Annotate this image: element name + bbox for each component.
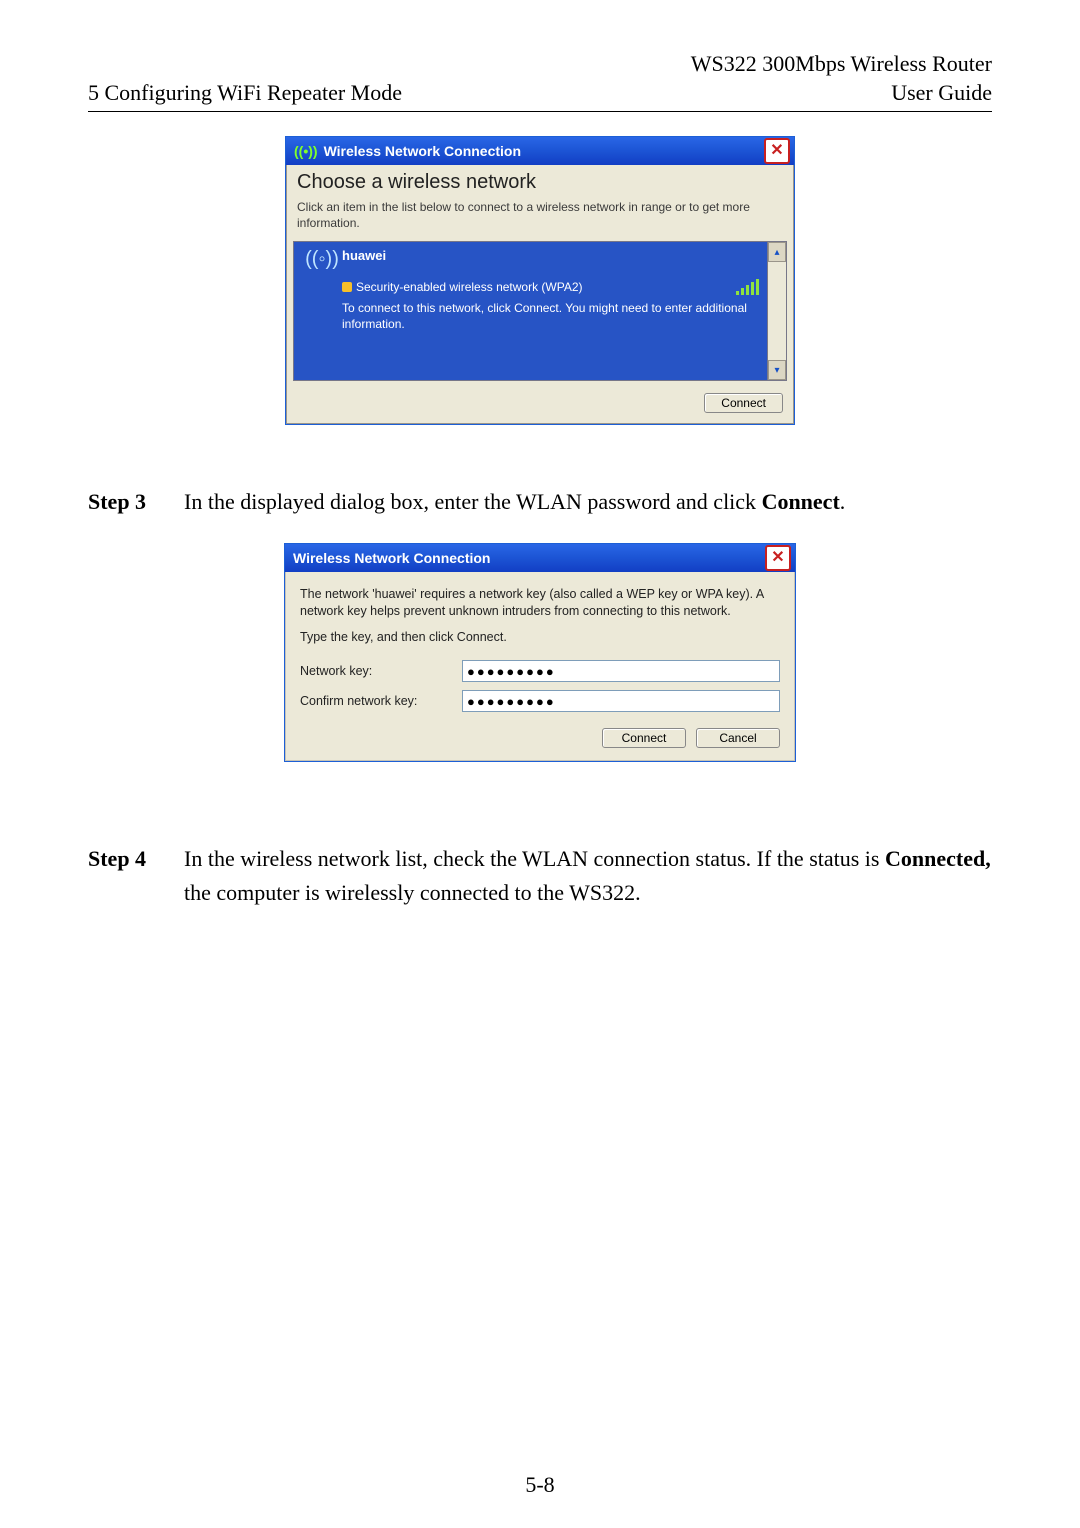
confirm-network-key-input[interactable]: ●●●●●●●●● xyxy=(462,690,780,712)
close-icon: ✕ xyxy=(770,143,783,159)
network-item[interactable]: ((◦)) huawei Security-enabled wireless n… xyxy=(302,248,759,332)
scroll-down-button[interactable]: ▾ xyxy=(768,360,786,380)
choose-network-heading: Choose a wireless network xyxy=(287,165,793,196)
section-heading: 5 Configuring WiFi Repeater Mode xyxy=(88,79,402,108)
dialog-titlebar[interactable]: Wireless Network Connection ✕ xyxy=(285,544,795,572)
step-label: Step 3 xyxy=(88,485,184,519)
network-name: huawei xyxy=(342,248,759,263)
network-key-dialog: Wireless Network Connection ✕ The networ… xyxy=(284,543,796,762)
network-connect-hint: To connect to this network, click Connec… xyxy=(342,301,759,332)
product-name: WS322 300Mbps Wireless Router xyxy=(88,50,992,79)
connect-button[interactable]: Connect xyxy=(704,393,783,413)
dialog-title: Wireless Network Connection xyxy=(293,550,490,566)
header-rule xyxy=(88,111,992,112)
choose-network-subtext: Click an item in the list below to conne… xyxy=(287,196,793,241)
lock-icon xyxy=(342,282,352,292)
antenna-icon: ((◦)) xyxy=(302,248,342,332)
dialog-titlebar[interactable]: ((•)) Wireless Network Connection ✕ xyxy=(286,137,794,165)
step-body: In the displayed dialog box, enter the W… xyxy=(184,485,992,519)
step-4: Step 4 In the wireless network list, che… xyxy=(88,842,992,910)
confirm-network-key-label: Confirm network key: xyxy=(300,694,462,708)
scroll-up-button[interactable]: ▴ xyxy=(768,242,786,262)
security-label: Security-enabled wireless network (WPA2) xyxy=(356,280,583,294)
dialog-title: Wireless Network Connection xyxy=(324,143,521,159)
signal-strength-icon xyxy=(736,279,759,295)
cancel-button[interactable]: Cancel xyxy=(696,728,780,748)
page-number: 5-8 xyxy=(0,1472,1080,1498)
step-label: Step 4 xyxy=(88,842,184,910)
close-button[interactable]: ✕ xyxy=(764,138,790,164)
step-body: In the wireless network list, check the … xyxy=(184,842,992,910)
scrollbar[interactable]: ▴ ▾ xyxy=(767,241,787,381)
key-required-message: The network 'huawei' requires a network … xyxy=(300,586,780,620)
step-3: Step 3 In the displayed dialog box, ente… xyxy=(88,485,992,519)
wireless-icon: ((•)) xyxy=(294,143,318,159)
network-key-label: Network key: xyxy=(300,664,462,678)
close-icon: ✕ xyxy=(771,550,784,566)
key-instructions: Type the key, and then click Connect. xyxy=(300,630,780,644)
doc-type: User Guide xyxy=(891,79,992,108)
wireless-network-connection-dialog: ((•)) Wireless Network Connection ✕ Choo… xyxy=(285,136,795,425)
close-button[interactable]: ✕ xyxy=(765,545,791,571)
network-key-input[interactable]: ●●●●●●●●● xyxy=(462,660,780,682)
connect-button[interactable]: Connect xyxy=(602,728,686,748)
network-list[interactable]: ((◦)) huawei Security-enabled wireless n… xyxy=(293,241,767,381)
